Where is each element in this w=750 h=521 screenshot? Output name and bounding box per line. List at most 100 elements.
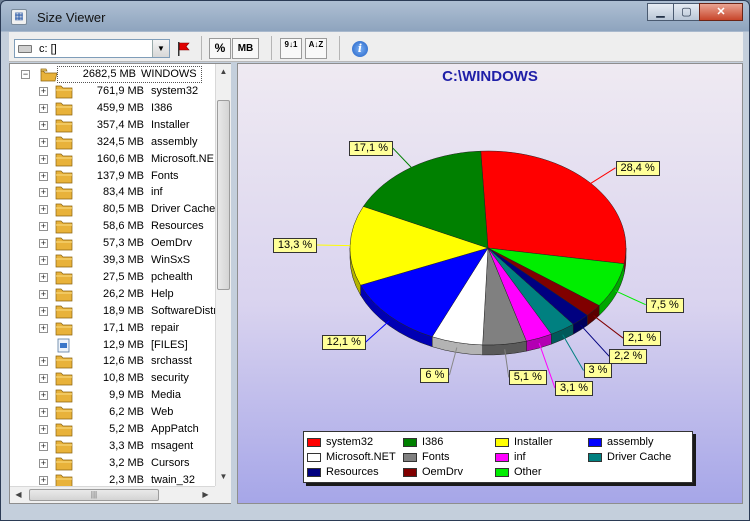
expand-icon[interactable]: + (39, 256, 48, 265)
flag-button[interactable] (172, 38, 194, 59)
expand-icon[interactable]: + (39, 137, 48, 147)
tree-item-size: 2,3 MB (109, 473, 144, 486)
tree-row[interactable]: +6,2 MB Web (10, 404, 215, 421)
folder-tree[interactable]: − 2682,5 MB WINDOWS +761,9 MB system32 +45… (9, 63, 231, 504)
tree-item-name: srchasst (151, 355, 192, 368)
expand-icon[interactable]: + (39, 323, 48, 333)
tree-item-size: 137,9 MB (96, 169, 144, 182)
tree-row[interactable]: +324,5 MB assembly (10, 134, 215, 151)
percent-label: 13,3 % (272, 238, 318, 254)
folder-icon (55, 271, 73, 285)
legend-swatch (403, 468, 417, 477)
expand-icon[interactable]: + (39, 357, 48, 367)
tree-row[interactable]: +57,3 MB OemDrv (10, 235, 215, 252)
tree-row[interactable]: +3,2 MB Cursors (10, 455, 215, 472)
expand-icon[interactable]: + (39, 120, 48, 130)
tree-root-name: WINDOWS (141, 68, 197, 80)
tree-item-name: WinSxS (151, 254, 191, 266)
expand-icon[interactable]: + (39, 475, 48, 485)
size-viewer-window: ▦ Size Viewer ▁ ▢ ✕ c: [] ▼ % MB 9↓1 A↓Z (0, 0, 750, 521)
maximize-button[interactable]: ▢ (673, 3, 700, 21)
horizontal-scrollbar[interactable]: ◀ ||| ▶ (10, 486, 215, 503)
sort-by-name-button[interactable]: A↓Z (305, 38, 327, 59)
scroll-up-arrow-icon[interactable]: ▲ (216, 64, 231, 80)
tree-item-size: 10,8 MB (103, 372, 144, 385)
percent-button[interactable]: % (209, 38, 231, 59)
expand-icon[interactable]: + (39, 87, 48, 96)
tree-item-name: repair (151, 321, 180, 334)
tree-row[interactable]: +26,2 MB Help (10, 286, 215, 303)
label-leader-line (580, 324, 610, 357)
tree-row[interactable]: +160,6 MB Microsoft.NE (10, 151, 215, 168)
label-leader-line (392, 147, 412, 168)
percent-label: 17,1 % (348, 141, 394, 157)
expand-icon[interactable]: + (39, 441, 48, 451)
folder-icon (55, 440, 73, 454)
vertical-scrollbar[interactable]: ▲ ▼ (215, 64, 231, 486)
label-leader-line (590, 167, 616, 184)
mb-button[interactable]: MB (232, 38, 259, 59)
tree-item-size: 12,6 MB (103, 355, 144, 368)
scroll-left-arrow-icon[interactable]: ◀ (11, 487, 26, 503)
title-bar[interactable]: ▦ Size Viewer ▁ ▢ ✕ (1, 1, 749, 31)
tree-row[interactable]: +12,6 MB srchasst (10, 353, 215, 370)
tree-item-size: 26,2 MB (103, 287, 144, 300)
expand-icon[interactable]: + (39, 408, 48, 418)
expand-icon[interactable]: + (39, 171, 48, 181)
tree-row[interactable]: +27,5 MB pchealth (10, 269, 215, 286)
minimize-button[interactable]: ▁ (647, 3, 674, 21)
close-button[interactable]: ✕ (699, 3, 743, 21)
tree-row[interactable]: +357,4 MB Installer (10, 117, 215, 134)
tree-row[interactable]: +58,6 MB Resources (10, 218, 215, 235)
chevron-down-icon[interactable]: ▼ (152, 40, 169, 57)
folder-icon (55, 102, 73, 116)
expand-icon[interactable]: + (39, 306, 48, 316)
tree-row[interactable]: +10,8 MB security (10, 370, 215, 387)
tree-row[interactable]: +137,9 MB Fonts (10, 168, 215, 185)
sort-alpha-icon: A↓Z (308, 40, 324, 49)
tree-item-name: inf (151, 186, 163, 199)
tree-row[interactable]: +5,2 MB AppPatch (10, 421, 215, 438)
expand-icon[interactable]: + (39, 239, 48, 249)
tree-root-row[interactable]: − 2682,5 MB WINDOWS (10, 66, 215, 83)
drive-select[interactable]: c: [] ▼ (14, 39, 170, 58)
file-icon (57, 338, 70, 352)
tree-row[interactable]: +9,9 MB Media (10, 387, 215, 404)
tree-row[interactable]: +3,3 MB msagent (10, 438, 215, 455)
info-button[interactable]: i (349, 38, 371, 59)
expand-icon[interactable]: + (39, 272, 48, 282)
expand-icon[interactable]: + (39, 188, 48, 198)
tree-row[interactable]: +459,9 MB I386 (10, 100, 215, 117)
expand-icon[interactable]: + (39, 391, 48, 401)
tree-row[interactable]: +39,3 MB WinSxS (10, 252, 215, 269)
expand-icon[interactable]: + (39, 205, 48, 215)
expand-icon[interactable]: + (39, 425, 48, 434)
expand-icon[interactable]: + (39, 458, 48, 468)
tree-item-size: 18,9 MB (103, 304, 144, 317)
tree-item-size: 83,4 MB (103, 186, 144, 199)
percent-label: 3 % (583, 363, 613, 379)
tree-row[interactable]: +761,9 MB system32 (10, 83, 215, 100)
label-leader-line (562, 334, 584, 371)
expand-icon[interactable]: + (39, 222, 48, 232)
collapse-icon[interactable]: − (21, 70, 30, 79)
tree-row[interactable]: +83,4 MB inf (10, 184, 215, 201)
expand-icon[interactable]: + (39, 289, 48, 299)
expand-icon[interactable]: + (39, 154, 48, 164)
sort-by-size-button[interactable]: 9↓1 (280, 38, 302, 59)
vertical-scroll-thumb[interactable] (217, 100, 230, 290)
scroll-right-arrow-icon[interactable]: ▶ (198, 487, 213, 503)
legend-label: Other (514, 466, 542, 478)
toolbar-separator (339, 36, 340, 60)
window-controls: ▁ ▢ ✕ (647, 3, 743, 21)
percent-label: 7,5 % (645, 297, 684, 313)
tree-row[interactable]: +18,9 MB SoftwareDistri (10, 303, 219, 320)
expand-icon[interactable]: + (39, 374, 48, 384)
tree-row[interactable]: 12,9 MB [FILES] (10, 337, 215, 354)
tree-row[interactable]: +17,1 MB repair (10, 320, 215, 337)
expand-icon[interactable]: + (39, 103, 48, 113)
tree-row[interactable]: +80,5 MB Driver Cache (10, 201, 215, 218)
horizontal-scroll-thumb[interactable]: ||| (29, 489, 159, 501)
drive-icon (18, 45, 32, 53)
scroll-down-arrow-icon[interactable]: ▼ (216, 469, 231, 485)
